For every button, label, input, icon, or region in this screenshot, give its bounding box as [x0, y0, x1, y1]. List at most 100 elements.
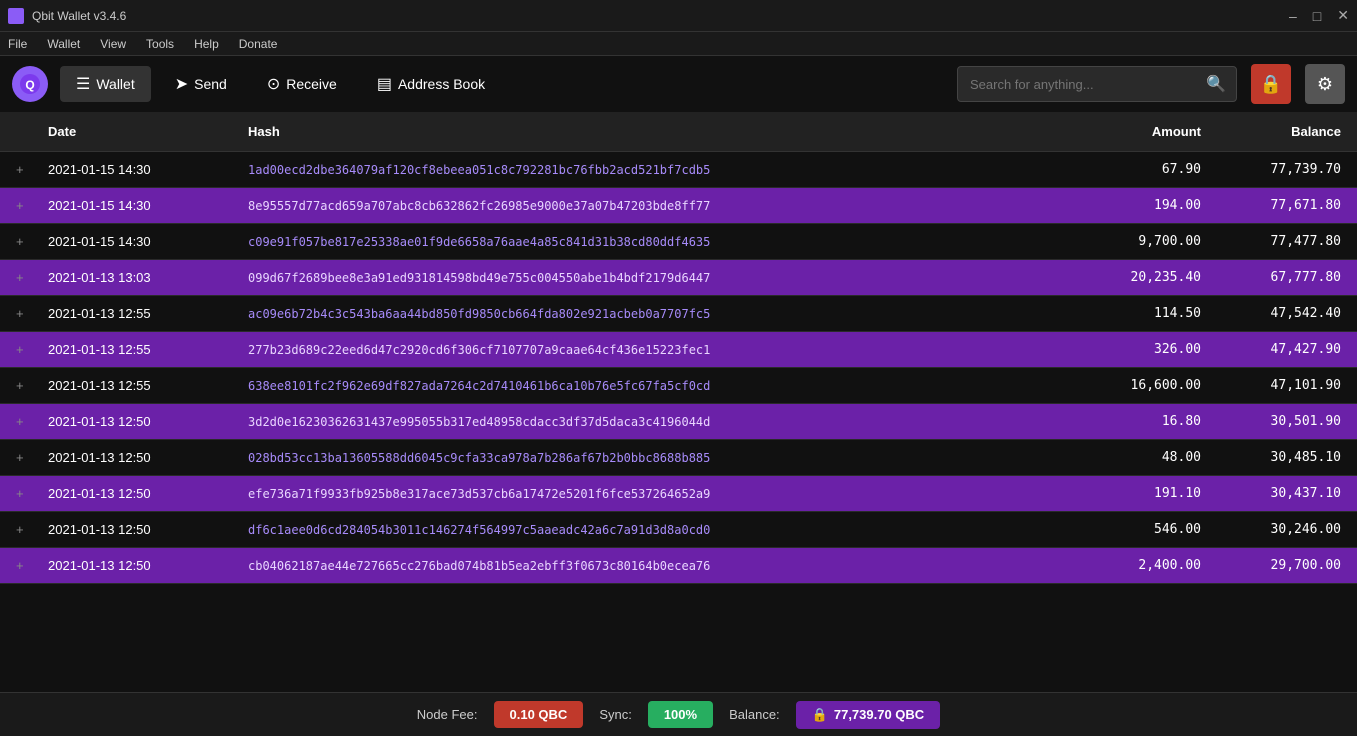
row-date: 2021-01-15 14:30	[32, 188, 232, 224]
row-balance: 30,246.00	[1217, 512, 1357, 548]
search-button[interactable]: 🔍	[1196, 67, 1236, 101]
settings-button[interactable]: ⚙	[1305, 64, 1345, 104]
node-fee-value: 0.10 QBC	[494, 701, 584, 728]
wallet-label: Wallet	[96, 76, 134, 92]
row-hash[interactable]: 8e95557d77acd659a707abc8cb632862fc26985e…	[232, 188, 1077, 224]
menu-donate[interactable]: Donate	[239, 37, 278, 51]
row-date: 2021-01-13 13:03	[32, 260, 232, 296]
maximize-button[interactable]: □	[1313, 8, 1321, 24]
search-container: 🔍	[957, 66, 1237, 102]
row-plus: +	[0, 548, 32, 584]
send-icon: ➤	[175, 74, 188, 94]
row-amount: 194.00	[1077, 188, 1217, 224]
table-row[interactable]: +2021-01-13 12:55277b23d689c22eed6d47c29…	[0, 332, 1357, 368]
row-balance: 30,501.90	[1217, 404, 1357, 440]
col-date: Date	[32, 112, 232, 152]
balance-button[interactable]: 🔒 77,739.70 QBC	[796, 701, 941, 729]
lock-button[interactable]: 🔒	[1251, 64, 1291, 104]
row-hash[interactable]: 3d2d0e16230362631437e995055b317ed48958cd…	[232, 404, 1077, 440]
table-body: +2021-01-15 14:301ad00ecd2dbe364079af120…	[0, 152, 1357, 584]
table-row[interactable]: +2021-01-13 12:50028bd53cc13ba13605588dd…	[0, 440, 1357, 476]
title-bar-left: Qbit Wallet v3.4.6	[8, 8, 126, 24]
row-balance: 77,671.80	[1217, 188, 1357, 224]
row-hash[interactable]: 099d67f2689bee8e3a91ed931814598bd49e755c…	[232, 260, 1077, 296]
menu-help[interactable]: Help	[194, 37, 219, 51]
row-hash[interactable]: 028bd53cc13ba13605588dd6045c9cfa33ca978a…	[232, 440, 1077, 476]
row-hash[interactable]: efe736a71f9933fb925b8e317ace73d537cb6a17…	[232, 476, 1077, 512]
row-amount: 114.50	[1077, 296, 1217, 332]
row-plus: +	[0, 404, 32, 440]
row-date: 2021-01-13 12:55	[32, 332, 232, 368]
address-book-nav-button[interactable]: ▤ Address Book	[361, 66, 501, 102]
row-date: 2021-01-15 14:30	[32, 224, 232, 260]
row-plus: +	[0, 224, 32, 260]
table-header: Date Hash Amount Balance	[0, 112, 1357, 152]
minimize-button[interactable]: –	[1289, 8, 1297, 24]
table-row[interactable]: +2021-01-13 12:50efe736a71f9933fb925b8e3…	[0, 476, 1357, 512]
col-balance: Balance	[1217, 112, 1357, 152]
table-row[interactable]: +2021-01-13 12:55638ee8101fc2f962e69df82…	[0, 368, 1357, 404]
row-hash[interactable]: 638ee8101fc2f962e69df827ada7264c2d741046…	[232, 368, 1077, 404]
table-row[interactable]: +2021-01-13 13:03099d67f2689bee8e3a91ed9…	[0, 260, 1357, 296]
menu-bar: File Wallet View Tools Help Donate	[0, 32, 1357, 56]
nav-bar: Q ☰ Wallet ➤ Send ⊙ Receive ▤ Address Bo…	[0, 56, 1357, 112]
menu-wallet[interactable]: Wallet	[47, 37, 80, 51]
title-bar: Qbit Wallet v3.4.6 – □ ✕	[0, 0, 1357, 32]
table-row[interactable]: +2021-01-13 12:50df6c1aee0d6cd284054b301…	[0, 512, 1357, 548]
receive-label: Receive	[286, 76, 337, 92]
table-row[interactable]: +2021-01-13 12:50cb04062187ae44e727665cc…	[0, 548, 1357, 584]
close-button[interactable]: ✕	[1337, 7, 1349, 24]
row-date: 2021-01-13 12:50	[32, 548, 232, 584]
row-balance: 47,427.90	[1217, 332, 1357, 368]
row-plus: +	[0, 440, 32, 476]
row-plus: +	[0, 476, 32, 512]
send-nav-button[interactable]: ➤ Send	[159, 66, 243, 102]
table-row[interactable]: +2021-01-13 12:503d2d0e16230362631437e99…	[0, 404, 1357, 440]
row-amount: 191.10	[1077, 476, 1217, 512]
app-icon	[8, 8, 24, 24]
sync-label: Sync:	[599, 707, 632, 722]
table-row[interactable]: +2021-01-15 14:30c09e91f057be817e25338ae…	[0, 224, 1357, 260]
table-row[interactable]: +2021-01-13 12:55ac09e6b72b4c3c543ba6aa4…	[0, 296, 1357, 332]
row-amount: 20,235.40	[1077, 260, 1217, 296]
receive-nav-button[interactable]: ⊙ Receive	[251, 66, 353, 102]
col-hash: Hash	[232, 112, 1077, 152]
table-row[interactable]: +2021-01-15 14:308e95557d77acd659a707abc…	[0, 188, 1357, 224]
app-logo: Q	[12, 66, 48, 102]
node-fee-label: Node Fee:	[417, 707, 478, 722]
menu-view[interactable]: View	[100, 37, 126, 51]
wallet-icon: ☰	[76, 74, 90, 94]
col-amount: Amount	[1077, 112, 1217, 152]
window-controls: – □ ✕	[1289, 7, 1349, 24]
menu-file[interactable]: File	[8, 37, 27, 51]
send-label: Send	[194, 76, 227, 92]
wallet-nav-button[interactable]: ☰ Wallet	[60, 66, 151, 102]
row-amount: 9,700.00	[1077, 224, 1217, 260]
row-plus: +	[0, 368, 32, 404]
row-balance: 67,777.80	[1217, 260, 1357, 296]
row-plus: +	[0, 512, 32, 548]
row-balance: 77,739.70	[1217, 152, 1357, 188]
row-hash[interactable]: 277b23d689c22eed6d47c2920cd6f306cf710770…	[232, 332, 1077, 368]
row-amount: 546.00	[1077, 512, 1217, 548]
row-hash[interactable]: 1ad00ecd2dbe364079af120cf8ebeea051c8c792…	[232, 152, 1077, 188]
row-balance: 30,437.10	[1217, 476, 1357, 512]
table-row[interactable]: +2021-01-15 14:301ad00ecd2dbe364079af120…	[0, 152, 1357, 188]
row-hash[interactable]: ac09e6b72b4c3c543ba6aa44bd850fd9850cb664…	[232, 296, 1077, 332]
app-title: Qbit Wallet v3.4.6	[32, 9, 126, 23]
row-balance: 29,700.00	[1217, 548, 1357, 584]
row-date: 2021-01-13 12:55	[32, 368, 232, 404]
row-date: 2021-01-13 12:50	[32, 476, 232, 512]
row-amount: 48.00	[1077, 440, 1217, 476]
search-input[interactable]	[958, 77, 1196, 92]
balance-lock-icon: 🔒	[812, 707, 828, 723]
row-hash[interactable]: df6c1aee0d6cd284054b3011c146274f564997c5…	[232, 512, 1077, 548]
row-date: 2021-01-15 14:30	[32, 152, 232, 188]
status-bar: Node Fee: 0.10 QBC Sync: 100% Balance: 🔒…	[0, 692, 1357, 736]
menu-tools[interactable]: Tools	[146, 37, 174, 51]
svg-text:Q: Q	[25, 78, 34, 92]
main-content: Date Hash Amount Balance +2021-01-15 14:…	[0, 112, 1357, 692]
row-hash[interactable]: cb04062187ae44e727665cc276bad074b81b5ea2…	[232, 548, 1077, 584]
row-hash[interactable]: c09e91f057be817e25338ae01f9de6658a76aae4…	[232, 224, 1077, 260]
row-balance: 47,101.90	[1217, 368, 1357, 404]
